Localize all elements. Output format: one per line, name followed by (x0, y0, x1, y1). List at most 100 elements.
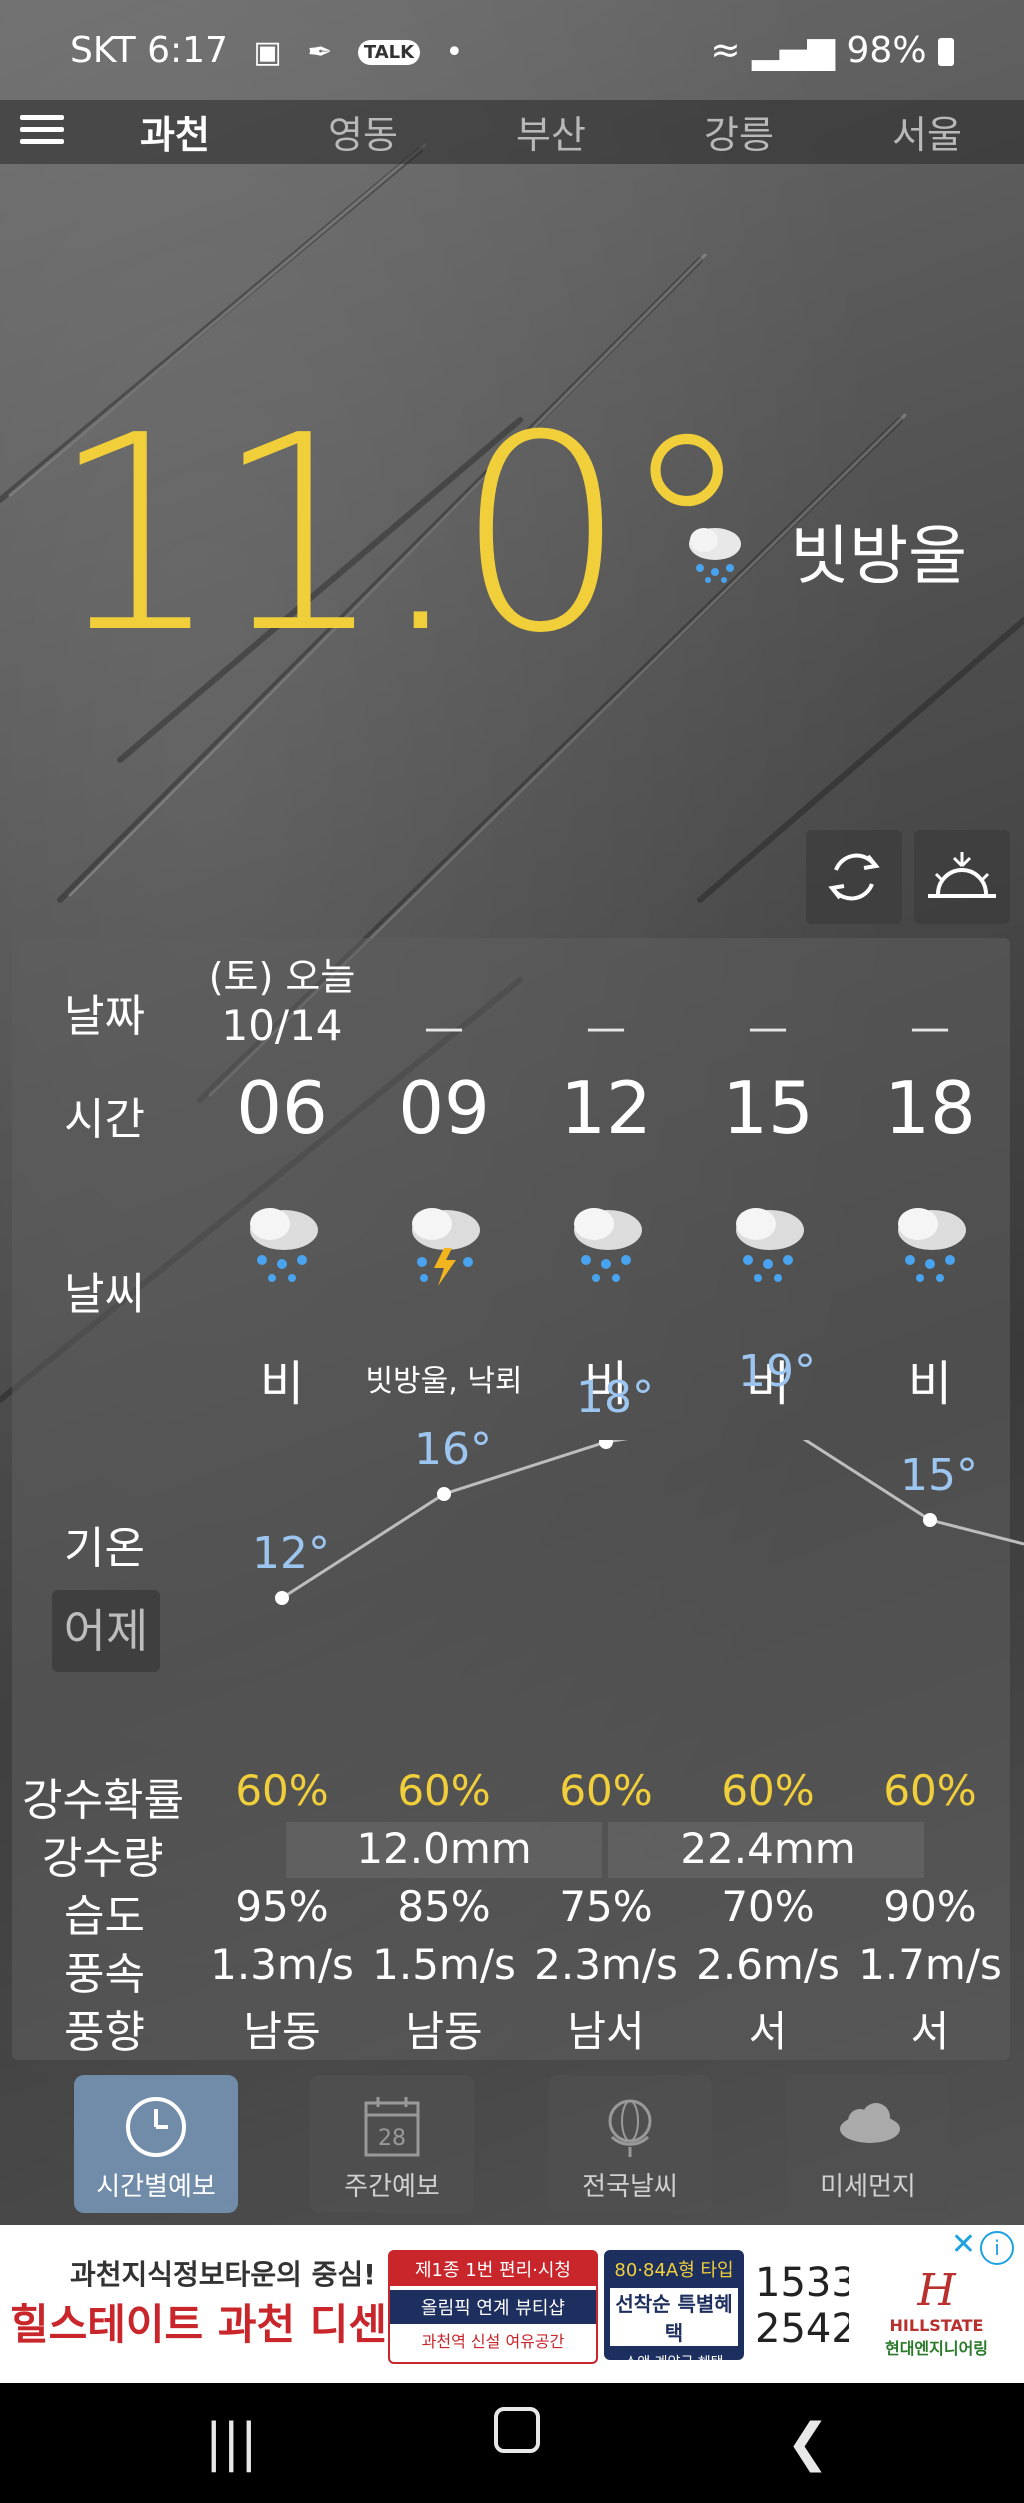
ad-info-icon[interactable]: i (980, 2231, 1014, 2265)
nav-fine-dust[interactable]: 미세먼지 (786, 2075, 950, 2213)
ad-box1-c: 과천역 신설 여유공간 (421, 2332, 565, 2351)
date-dash: — (424, 1005, 464, 1051)
dot-icon: • (445, 35, 464, 70)
ad-box1-b: 올림픽 연계 뷰티샵 (390, 2290, 596, 2324)
humidity-cell: 90% (883, 1882, 977, 1931)
temperature-line-chart (275, 1440, 1024, 1605)
talk-icon: TALK (357, 39, 421, 65)
humidity-cell: 85% (397, 1882, 491, 1931)
ad-box2-b: 선착순 특별혜택 (610, 2288, 738, 2346)
nav-national-weather[interactable]: 전국날씨 (548, 2075, 712, 2213)
temp-point (275, 1591, 289, 1605)
current-condition: 빗방울 (680, 505, 967, 597)
tab-yeongdong[interactable]: 영동 (328, 104, 398, 159)
nav-label: 전국날씨 (582, 2172, 678, 2202)
precip-amount-cell: 22.4mm (680, 1824, 856, 1873)
wind-dir-cell: 남서 (567, 2007, 645, 2056)
precip-prob-cell: 60% (235, 1766, 329, 1815)
condition-label: 빗방울 (790, 520, 967, 594)
ad-offer-box: 80·84A형 타입 선착순 특별혜택 소액 계약금 혜택 (604, 2250, 744, 2371)
carrier-time: SKT 6:17 (70, 30, 228, 71)
signal-icon: ▂▄▆ (752, 30, 836, 71)
wind-dir-cell: 서 (910, 2007, 950, 2056)
nav-weekly-forecast[interactable]: 28 주간예보 (310, 2075, 474, 2213)
battery-icon (938, 38, 954, 66)
hillstate-logo-icon: H (917, 2265, 956, 2316)
precip-amount-cell: 12.0mm (356, 1824, 532, 1873)
row-label-precip-amount: 강수량 (42, 1833, 164, 1884)
temp-point (599, 1440, 613, 1449)
humidity-cell: 95% (235, 1882, 329, 1931)
row-label-wind-speed: 풍속 (64, 1949, 145, 2000)
temp-label: 19° (738, 1346, 816, 1397)
date-dash: — (586, 1005, 626, 1051)
sunrise-icon (928, 852, 996, 898)
tab-gwacheon[interactable]: 과천 (140, 104, 210, 159)
wind-speed-cell: 1.7m/s (858, 1940, 1002, 1989)
ad-phone-1: 1533 (755, 2260, 857, 2306)
humidity-cell: 70% (721, 1882, 815, 1931)
ad-info-box: 제1종 1번 편리·시청 올림픽 연계 뷰티샵 과천역 신설 여유공간 (388, 2250, 598, 2364)
nav-label: 주간예보 (344, 2172, 440, 2202)
back-icon[interactable]: ❮ (786, 2413, 830, 2473)
ad-phone: 1533 2542 (755, 2260, 857, 2352)
precip-prob-cell: 60% (397, 1766, 491, 1815)
refresh-button[interactable] (806, 830, 902, 924)
sunrise-button[interactable] (914, 830, 1010, 924)
precip-prob-cell: 60% (883, 1766, 977, 1815)
row-label-date: 날짜 (64, 991, 145, 1042)
tab-seoul[interactable]: 서울 (892, 104, 962, 159)
recent-apps-icon[interactable]: ||| (205, 2413, 258, 2473)
thunder-cloud-icon (412, 1208, 480, 1286)
ad-box2-a: 80·84A형 타입 (614, 2260, 734, 2281)
ad-close-icon[interactable]: ✕ (951, 2227, 976, 2262)
weather-desc: 비 (907, 1356, 953, 1412)
hamburger-menu-icon[interactable] (20, 108, 64, 152)
status-left: SKT 6:17 ▣ ✒ TALK • (70, 30, 463, 71)
nav-label: 시간별예보 (96, 2172, 216, 2202)
row-label-wind-dir: 풍향 (64, 2007, 145, 2058)
temp-label: 16° (414, 1424, 492, 1475)
nav-label: 미세먼지 (820, 2172, 916, 2202)
tab-busan[interactable]: 부산 (516, 104, 586, 159)
date-cell: (토) 오늘 10/14 (202, 946, 362, 1050)
hour-cell: 09 (398, 1066, 490, 1150)
feather-icon: ✒ (307, 35, 333, 70)
hour-cell: 15 (722, 1066, 814, 1150)
precip-prob-cell: 60% (559, 1766, 653, 1815)
city-tab-bar: 과천 영동 부산 강릉 서울 (0, 100, 1024, 164)
rain-cloud-icon (689, 528, 741, 583)
cloud-icon (840, 2103, 900, 2143)
hour-cell: 12 (560, 1066, 652, 1150)
wind-speed-cell: 2.6m/s (696, 1940, 840, 1989)
ad-banner[interactable]: 과천지식정보타운의 중심! 힐스테이트 과천 디센트로 제1종 1번 편리·시청… (0, 2225, 1024, 2383)
rain-cloud-icon (736, 1208, 804, 1282)
calendar-icon: 28 (364, 2097, 420, 2157)
precip-prob-cell: 60% (721, 1766, 815, 1815)
rain-cloud-icon (574, 1208, 642, 1282)
weather-desc: 빗방울, 낙뢰 (365, 1364, 523, 1399)
ad-phone-2: 2542 (755, 2306, 857, 2352)
tab-gangneung[interactable]: 강릉 (704, 104, 774, 159)
status-right: ≈ ▂▄▆ 98% (710, 30, 954, 71)
humidity-cell: 75% (559, 1882, 653, 1931)
status-bar: SKT 6:17 ▣ ✒ TALK • ≈ ▂▄▆ 98% (0, 0, 1024, 110)
temp-label: 18° (576, 1372, 654, 1423)
ad-brand-name: HILLSTATE (889, 2316, 984, 2335)
rain-cloud-icon (250, 1208, 318, 1282)
clock-icon (126, 2097, 186, 2157)
temp-label: 12° (252, 1528, 330, 1579)
wind-speed-cell: 1.5m/s (372, 1940, 516, 1989)
temp-point (437, 1487, 451, 1501)
globe-icon (608, 2099, 652, 2157)
camera-icon: ▣ (253, 35, 282, 70)
ad-box2-c: 소액 계약금 혜택 (624, 2355, 724, 2371)
nav-hourly-forecast[interactable]: 시간별예보 (74, 2075, 238, 2213)
date-dash: — (910, 1005, 950, 1051)
system-navigation-bar: ||| ❮ (0, 2383, 1024, 2503)
home-icon[interactable] (494, 2407, 540, 2453)
date-today-label: (토) 오늘 (208, 955, 356, 999)
weather-desc: 비 (259, 1356, 305, 1412)
refresh-icon (828, 853, 880, 901)
ad-brand-sub: 현대엔지니어링 (884, 2339, 989, 2358)
